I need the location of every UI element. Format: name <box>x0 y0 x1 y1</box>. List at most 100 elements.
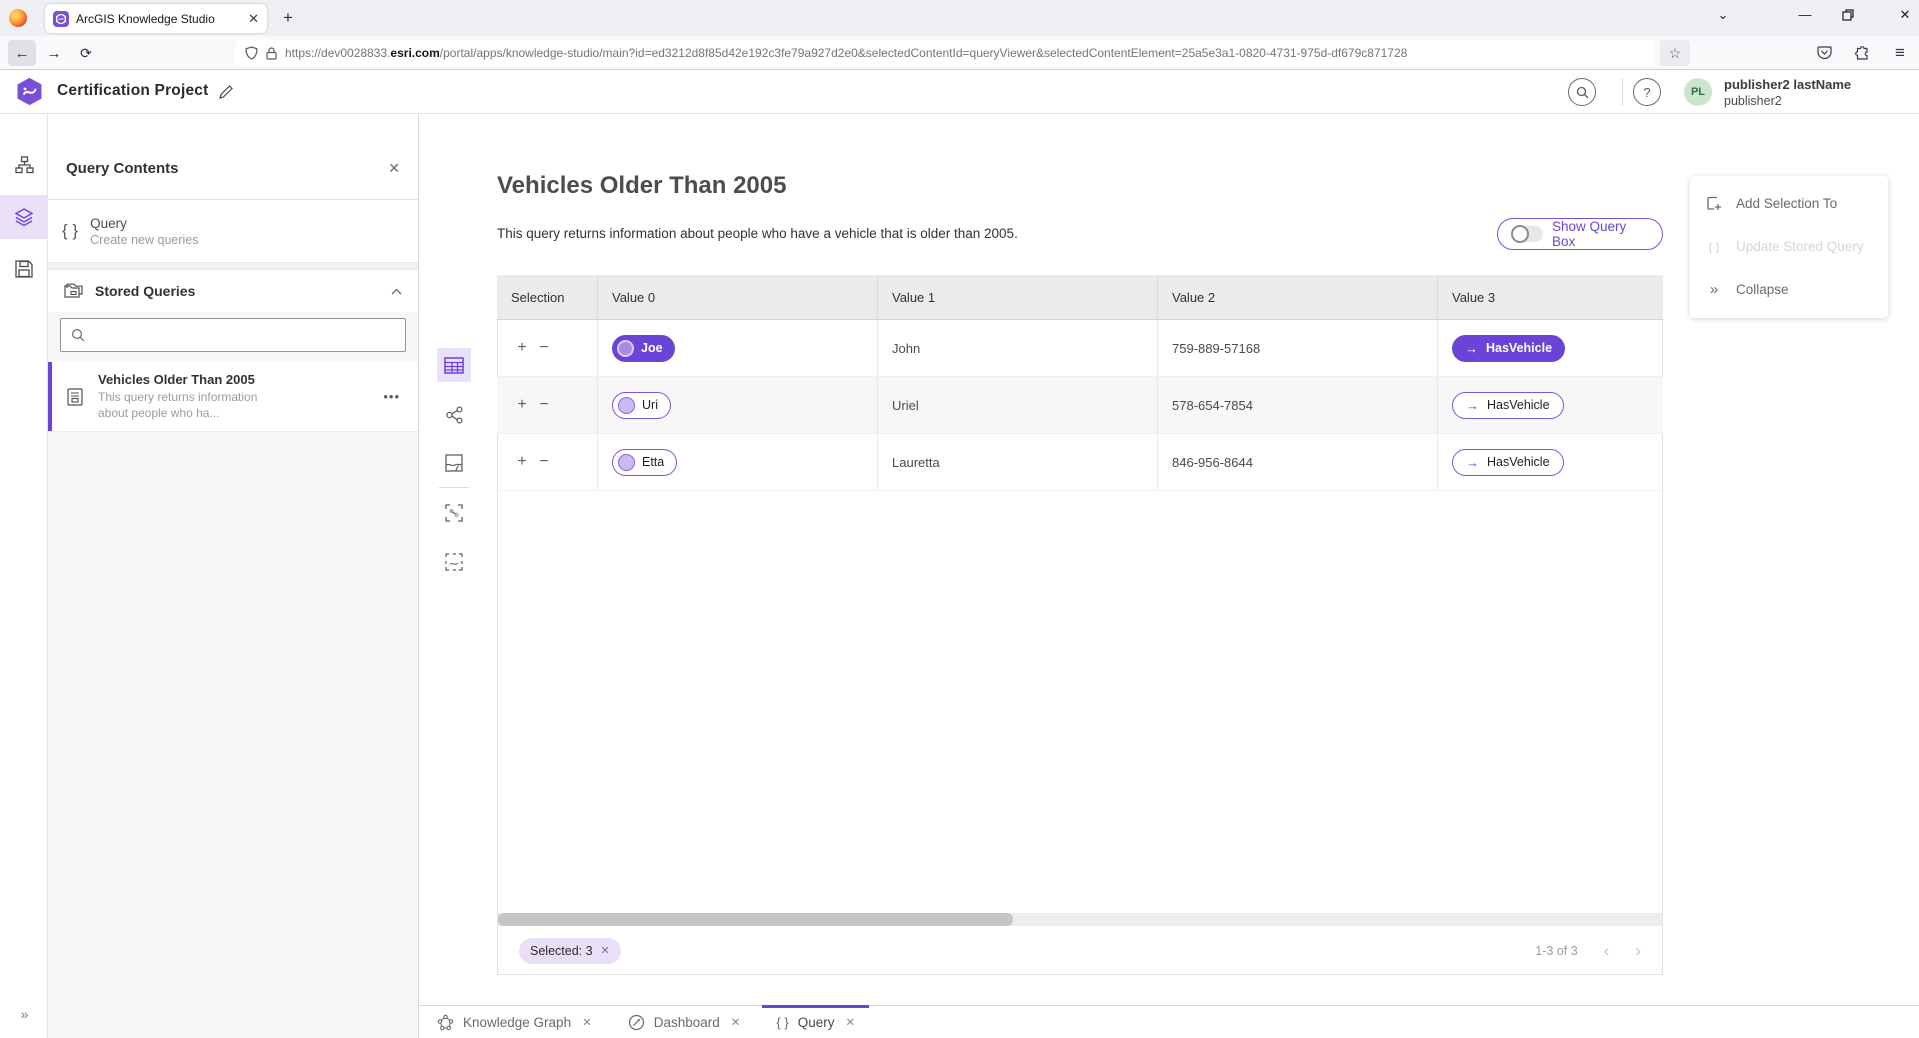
entity-cell: Etta <box>598 434 878 490</box>
tab-knowledge-graph[interactable]: Knowledge Graph ✕ <box>419 1006 610 1038</box>
relationship-pill[interactable]: → HasVehicle <box>1452 449 1564 476</box>
horizontal-scrollbar-thumb[interactable] <box>498 913 1013 926</box>
stored-query-subtitle: This query returns information about peo… <box>98 390 288 421</box>
edit-title-pencil-icon[interactable] <box>215 81 237 103</box>
pagination-next-icon[interactable]: › <box>1635 941 1641 961</box>
add-to-map-icon[interactable] <box>437 545 471 579</box>
selected-count-label: Selected: 3 <box>530 944 593 958</box>
knowledge-studio-logo <box>16 78 43 105</box>
folder-icon <box>64 283 83 299</box>
select-plus-button[interactable]: + <box>511 339 533 357</box>
stored-queries-search[interactable] <box>60 318 406 352</box>
bookmark-star-icon[interactable]: ☆ <box>1660 40 1690 66</box>
sidebar-padding <box>48 114 418 138</box>
column-header-value3[interactable]: Value 3 <box>1438 275 1663 319</box>
stored-queries-section-header[interactable]: Stored Queries <box>48 270 418 312</box>
entity-pill[interactable]: Uri <box>612 392 671 419</box>
shield-icon[interactable] <box>245 46 258 60</box>
rail-save-icon[interactable] <box>0 247 48 291</box>
search-magnifier-icon <box>71 328 85 342</box>
column-header-selection[interactable]: Selection <box>497 275 598 319</box>
select-minus-button[interactable]: − <box>533 453 555 471</box>
relationship-pill[interactable]: → HasVehicle <box>1452 392 1564 419</box>
sidebar-spacer <box>48 262 418 270</box>
lock-icon[interactable] <box>266 47 277 60</box>
pagination-range: 1-3 of 3 <box>1535 944 1577 958</box>
rail-data-model-icon[interactable] <box>0 143 48 187</box>
table-row[interactable]: + − Joe John 759-889-57168 → HasVehicle <box>497 320 1663 377</box>
sidebar-close-icon[interactable]: ✕ <box>388 160 400 177</box>
selected-count-chip[interactable]: Selected: 3 ✕ <box>519 938 621 964</box>
tab-close-icon[interactable]: ✕ <box>731 1015 741 1029</box>
browser-tab[interactable]: ArcGIS Knowledge Studio ✕ <box>45 4 267 33</box>
select-plus-button[interactable]: + <box>511 453 533 471</box>
view-table-icon[interactable] <box>437 348 471 382</box>
stored-query-options-icon[interactable]: ••• <box>383 389 406 404</box>
tab-dashboard[interactable]: Dashboard ✕ <box>610 1006 759 1038</box>
arcgis-favicon-icon <box>53 11 69 27</box>
select-minus-button[interactable]: − <box>533 396 555 414</box>
view-map-icon[interactable] <box>437 446 471 480</box>
reload-button[interactable]: ⟳ <box>72 40 100 66</box>
url-bar[interactable]: https://dev0028833.esri.com/portal/apps/… <box>235 40 1655 66</box>
stored-queries-title: Stored Queries <box>95 283 379 299</box>
table-row[interactable]: + − Etta Lauretta 846-956-8644 → HasVehi… <box>497 434 1663 491</box>
arrow-right-icon: → <box>1465 341 1478 356</box>
user-avatar[interactable]: PL <box>1684 78 1712 106</box>
window-minimize-button[interactable]: — <box>1790 7 1820 22</box>
tab-title: ArcGIS Knowledge Studio <box>76 12 241 26</box>
entity-cell: Uri <box>598 377 878 433</box>
knowledge-graph-icon <box>437 1014 454 1031</box>
list-tabs-icon[interactable]: ⌄ <box>1708 7 1738 23</box>
firefox-icon[interactable] <box>9 9 27 27</box>
header-divider <box>1622 78 1623 106</box>
toggle-switch[interactable] <box>1511 226 1543 242</box>
extensions-puzzle-icon[interactable] <box>1848 40 1876 66</box>
menu-item-add-selection-to[interactable]: Add Selection To <box>1690 182 1888 225</box>
view-link-chart-icon[interactable] <box>437 398 471 432</box>
pocket-icon[interactable] <box>1810 40 1838 66</box>
menu-item-collapse[interactable]: » Collapse <box>1690 268 1888 311</box>
menu-item-update-stored-query[interactable]: { } Update Stored Query <box>1690 225 1888 268</box>
search-input[interactable] <box>93 328 395 343</box>
column-header-value1[interactable]: Value 1 <box>878 275 1158 319</box>
braces-icon: { } <box>1706 240 1722 254</box>
sidebar-item-query[interactable]: { } Query Create new queries <box>48 200 418 262</box>
new-tab-button[interactable]: + <box>283 8 293 28</box>
search-icon[interactable] <box>1568 78 1596 106</box>
back-button[interactable]: ← <box>8 40 36 66</box>
help-icon[interactable]: ? <box>1633 78 1661 106</box>
show-query-box-toggle[interactable]: Show Query Box <box>1497 218 1663 250</box>
rail-expand-icon[interactable]: » <box>0 998 48 1030</box>
window-close-button[interactable]: ✕ <box>1890 7 1919 23</box>
tab-close-icon[interactable]: ✕ <box>582 1015 592 1029</box>
forward-button[interactable]: → <box>40 40 68 66</box>
tab-close-icon[interactable]: ✕ <box>845 1015 855 1029</box>
chevron-up-icon[interactable] <box>391 288 402 295</box>
arrow-right-icon: → <box>1466 398 1479 413</box>
tab-close-icon[interactable]: ✕ <box>248 11 259 27</box>
value2-cell: 578-654-7854 <box>1158 377 1438 433</box>
pagination-prev-icon[interactable]: ‹ <box>1604 941 1610 961</box>
rail-layers-icon[interactable] <box>0 195 48 239</box>
entity-pill[interactable]: Etta <box>612 449 677 476</box>
hamburger-menu-icon[interactable]: ≡ <box>1886 40 1914 66</box>
relationship-pill[interactable]: → HasVehicle <box>1452 335 1565 362</box>
selection-cell: + − <box>497 434 598 490</box>
select-plus-button[interactable]: + <box>511 396 533 414</box>
clear-selection-icon[interactable]: ✕ <box>601 944 610 957</box>
show-query-box-label: Show Query Box <box>1552 219 1649 249</box>
entity-pill[interactable]: Joe <box>612 335 675 362</box>
page-description: This query returns information about peo… <box>497 226 1018 241</box>
add-selection-icon <box>1706 196 1722 211</box>
select-minus-button[interactable]: − <box>533 339 555 357</box>
relationship-cell: → HasVehicle <box>1438 434 1663 490</box>
selection-cell: + − <box>497 320 598 376</box>
table-row[interactable]: + − Uri Uriel 578-654-7854 → HasVehicle <box>497 377 1663 434</box>
tab-query[interactable]: { } Query ✕ <box>758 1006 873 1038</box>
column-header-value2[interactable]: Value 2 <box>1158 275 1438 319</box>
window-restore-button[interactable] <box>1842 9 1872 21</box>
add-to-link-chart-icon[interactable] <box>437 496 471 530</box>
stored-query-item[interactable]: Vehicles Older Than 2005 This query retu… <box>48 362 418 432</box>
column-header-value0[interactable]: Value 0 <box>598 275 878 319</box>
